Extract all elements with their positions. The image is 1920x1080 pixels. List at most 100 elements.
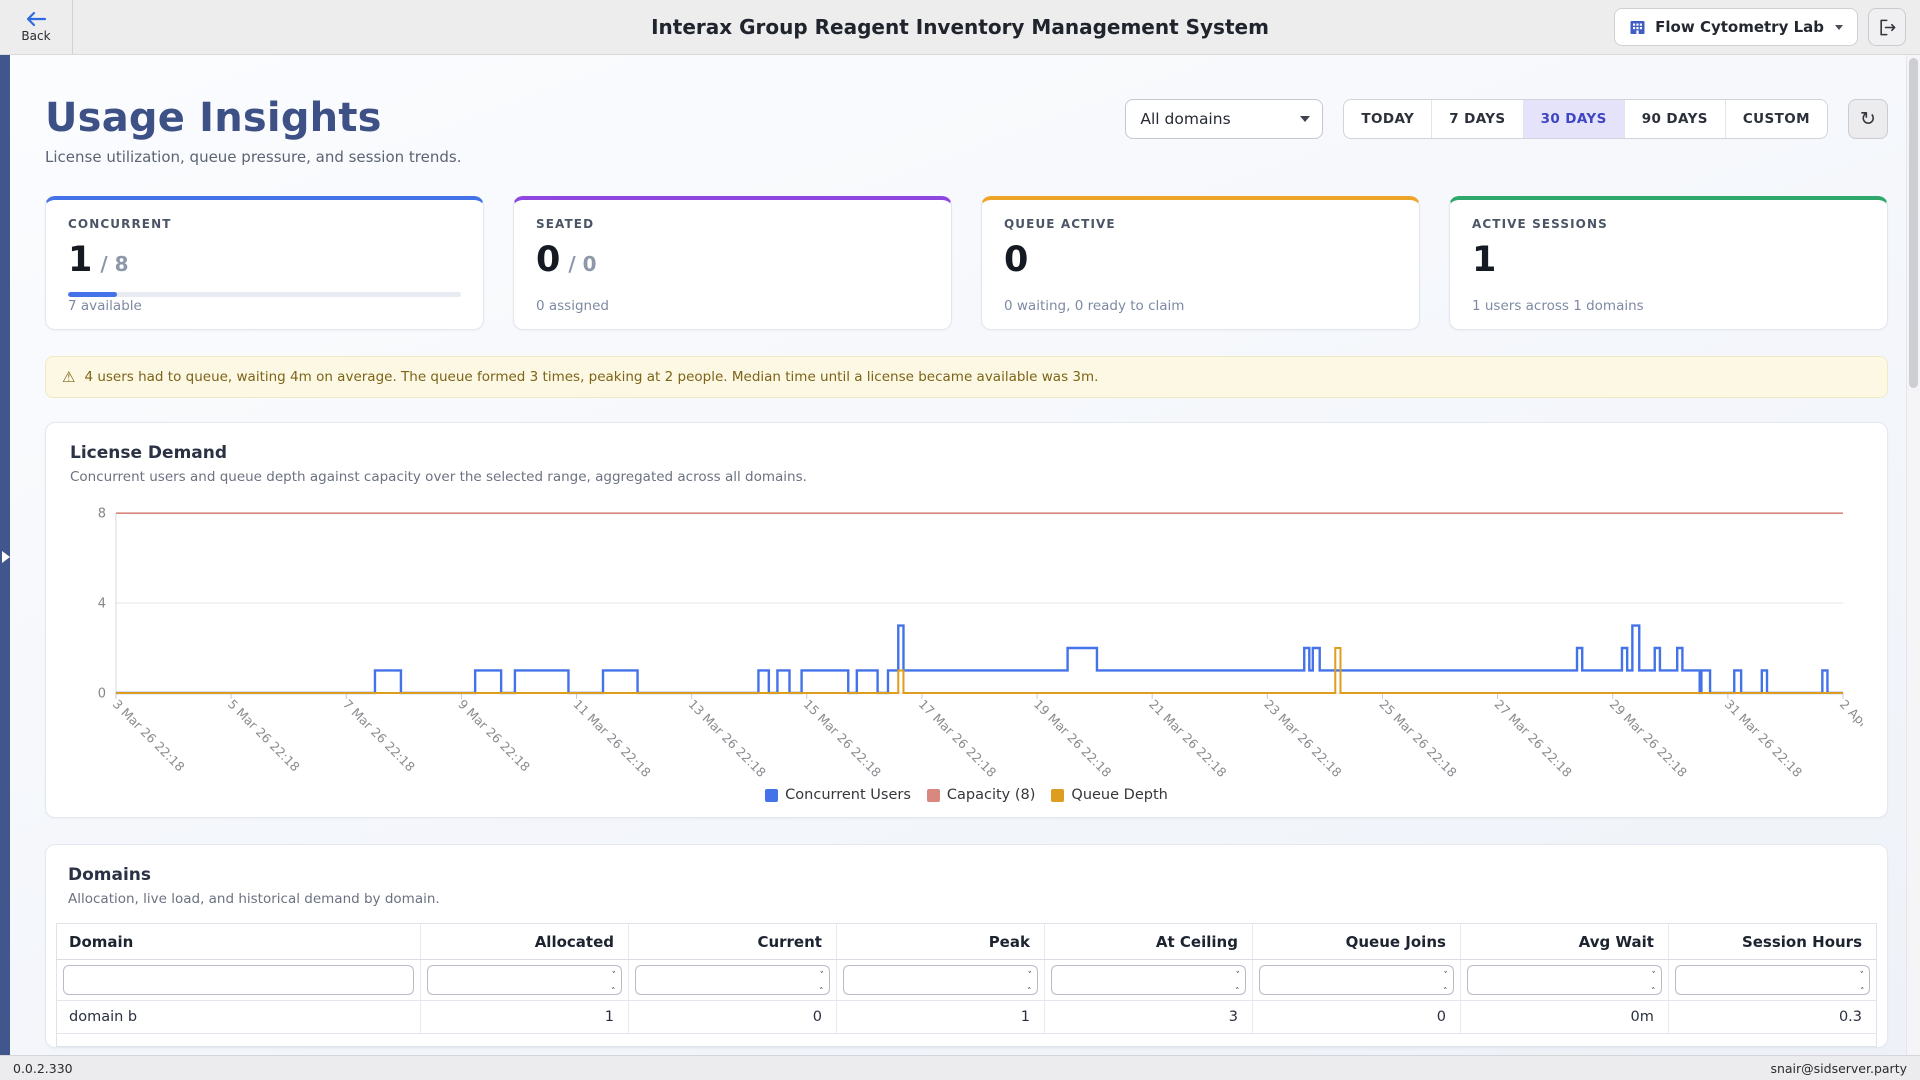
refresh-icon: ↻ [1860, 108, 1876, 130]
legend-item-capacity-8-: Capacity (8) [927, 787, 1036, 803]
number-stepper[interactable]: ˅˅ [1443, 973, 1448, 987]
org-selector-button[interactable]: Flow Cytometry Lab [1614, 8, 1858, 46]
domains-table: DomainAllocatedCurrentPeakAt CeilingQueu… [56, 923, 1877, 1047]
license-demand-chart: 0483 Mar 26 22:185 Mar 26 22:187 Mar 26 … [70, 501, 1863, 791]
cell-value: 0 [1252, 1001, 1460, 1034]
table-row-partial [57, 1034, 1877, 1047]
number-stepper[interactable]: ˅˅ [1235, 973, 1240, 987]
range-button-today[interactable]: TODAY [1344, 100, 1431, 138]
cell-value: 0.3 [1668, 1001, 1876, 1034]
legend-item-queue-depth: Queue Depth [1051, 787, 1167, 803]
back-button[interactable]: Back [0, 0, 72, 54]
cell-value: 0m [1460, 1001, 1668, 1034]
filter-input-current[interactable] [644, 973, 819, 988]
number-stepper[interactable]: ˅˅ [611, 973, 616, 987]
filter-row: ˅˅ ˅˅ ˅˅ ˅˅ ˅˅ ˅˅ ˅˅ [57, 960, 1877, 1001]
number-stepper[interactable]: ˅˅ [1651, 973, 1656, 987]
filter-input-domain[interactable] [72, 973, 408, 988]
stat-label: SEATED [536, 217, 929, 231]
range-button-30-days[interactable]: 30 DAYS [1523, 100, 1624, 138]
number-stepper[interactable]: ˅˅ [1027, 973, 1032, 987]
legend-swatch [1051, 789, 1064, 802]
chart-legend: Concurrent Users Capacity (8) Queue Depth [70, 787, 1863, 803]
stat-suffix: / 0 [568, 252, 596, 276]
version-label: 0.0.2.330 [13, 1061, 73, 1076]
svg-text:0: 0 [98, 686, 106, 701]
svg-text:29 Mar 26 22:18: 29 Mar 26 22:18 [1607, 696, 1691, 780]
legend-swatch [927, 789, 940, 802]
column-header-allocated: Allocated [421, 924, 629, 960]
filter-input-allocated[interactable] [436, 973, 611, 988]
column-header-peak: Peak [836, 924, 1044, 960]
legend-label: Queue Depth [1071, 787, 1167, 803]
sidebar-expander[interactable] [0, 55, 10, 1055]
range-button-7-days[interactable]: 7 DAYS [1431, 100, 1522, 138]
svg-text:17 Mar 26 22:18: 17 Mar 26 22:18 [916, 696, 1000, 780]
status-bar: 0.0.2.330 snair@sidserver.party [0, 1055, 1920, 1080]
topbar-divider [72, 0, 73, 54]
expand-arrow-icon [2, 551, 10, 563]
stat-note: 0 assigned [536, 298, 929, 314]
svg-text:5 Mar 26 22:18: 5 Mar 26 22:18 [225, 696, 303, 774]
filter-input-queue-joins[interactable] [1268, 973, 1443, 988]
page-subtitle: License utilization, queue pressure, and… [45, 148, 461, 166]
filter-input-avg-wait[interactable] [1476, 973, 1651, 988]
domains-title: Domains [68, 865, 1865, 885]
chart-title: License Demand [70, 443, 1863, 463]
filter-input-peak[interactable] [852, 973, 1027, 988]
filter-input-at-ceiling[interactable] [1060, 973, 1235, 988]
stat-card-queue-active: QUEUE ACTIVE 0 0 waiting, 0 ready to cla… [981, 196, 1420, 330]
refresh-button[interactable]: ↻ [1848, 99, 1888, 139]
svg-text:31 Mar 26 22:18: 31 Mar 26 22:18 [1722, 696, 1806, 780]
range-button-custom[interactable]: CUSTOM [1725, 100, 1827, 138]
org-name-label: Flow Cytometry Lab [1655, 18, 1824, 36]
legend-label: Capacity (8) [947, 787, 1036, 803]
stat-note: 7 available [68, 298, 461, 314]
svg-text:13 Mar 26 22:18: 13 Mar 26 22:18 [686, 696, 770, 780]
domain-filter-value: All domains [1140, 110, 1230, 128]
stat-card-concurrent: CONCURRENT 1 / 8 7 available [45, 196, 484, 330]
stat-note: 1 users across 1 domains [1472, 298, 1865, 314]
logout-button[interactable] [1868, 8, 1906, 46]
select-caret-icon [1300, 116, 1310, 122]
cell-domain: domain b [57, 1001, 421, 1034]
svg-text:25 Mar 26 22:18: 25 Mar 26 22:18 [1376, 696, 1460, 780]
svg-text:11 Mar 26 22:18: 11 Mar 26 22:18 [570, 696, 654, 780]
domain-filter-select[interactable]: All domains [1125, 99, 1323, 139]
alert-text: 4 users had to queue, waiting 4m on aver… [84, 369, 1098, 385]
column-header-queue-joins: Queue Joins [1252, 924, 1460, 960]
column-header-at-ceiling: At Ceiling [1044, 924, 1252, 960]
range-button-90-days[interactable]: 90 DAYS [1624, 100, 1725, 138]
range-group: TODAY7 DAYS30 DAYS90 DAYSCUSTOM [1343, 99, 1828, 139]
number-stepper[interactable]: ˅˅ [819, 973, 824, 987]
stat-card-seated: SEATED 0 / 0 0 assigned [513, 196, 952, 330]
back-arrow-icon [25, 11, 47, 27]
legend-swatch [765, 789, 778, 802]
stat-value: 0 [1004, 240, 1028, 280]
stat-value: 1 [1472, 240, 1496, 280]
topbar: Back Interax Group Reagent Inventory Man… [0, 0, 1920, 55]
legend-label: Concurrent Users [785, 787, 911, 803]
progress-bar [68, 292, 461, 297]
column-header-session-hours: Session Hours [1668, 924, 1876, 960]
table-row[interactable]: domain b101300m0.3 [57, 1001, 1877, 1034]
domains-subtitle: Allocation, live load, and historical de… [68, 891, 1865, 907]
svg-text:4: 4 [98, 597, 106, 612]
building-icon [1629, 19, 1646, 36]
number-stepper[interactable]: ˅˅ [1860, 973, 1865, 987]
cell-value: 0 [628, 1001, 836, 1034]
main-area: Usage Insights License utilization, queu… [0, 55, 1920, 1055]
scrollbar-thumb[interactable] [1909, 58, 1918, 388]
column-header-avg-wait: Avg Wait [1460, 924, 1668, 960]
legend-item-concurrent-users: Concurrent Users [765, 787, 911, 803]
stat-label: CONCURRENT [68, 217, 461, 231]
svg-text:15 Mar 26 22:18: 15 Mar 26 22:18 [801, 696, 885, 780]
column-header-current: Current [628, 924, 836, 960]
vertical-scrollbar[interactable] [1906, 55, 1920, 1055]
cell-value: 3 [1044, 1001, 1252, 1034]
user-label: snair@sidserver.party [1770, 1061, 1907, 1076]
svg-text:19 Mar 26 22:18: 19 Mar 26 22:18 [1031, 696, 1115, 780]
filter-input-session-hours[interactable] [1684, 973, 1860, 988]
svg-text:23 Mar 26 22:18: 23 Mar 26 22:18 [1261, 696, 1345, 780]
svg-text:2 Apr 26 22:18: 2 Apr 26 22:18 [1837, 696, 1863, 773]
